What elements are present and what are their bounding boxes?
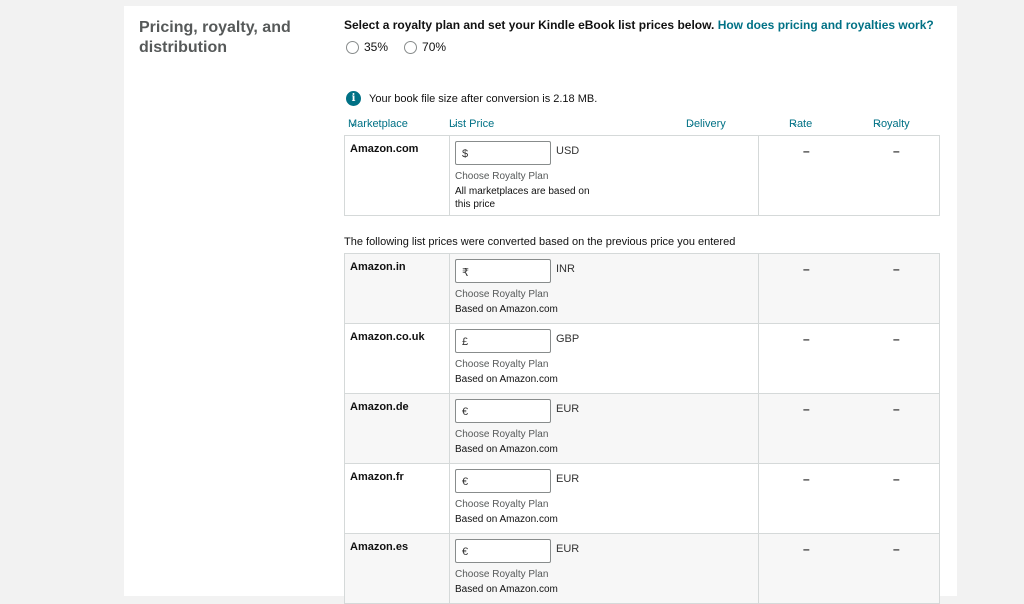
royalty-70-option[interactable]: 70% [404,40,446,54]
converted-markets-table: Amazon.in ₹ INR Choose Royalty Plan Base… [344,253,940,604]
rate-royalty-cell: – – [758,135,940,216]
currency-code: INR [556,263,575,275]
royalty-plan-text: Choose Royalty Plan [455,569,549,580]
rate-value: – [803,332,810,346]
market-name: Amazon.co.uk [344,323,450,394]
rate-royalty-cell: – – [758,533,940,604]
price-input-usd[interactable]: $ [455,141,551,165]
royalty-value: – [893,402,900,416]
price-cell: € EUR Choose Royalty Plan Based on Amazo… [449,533,759,604]
radio-35[interactable] [346,40,359,54]
column-headers: Marketplace ⌄ List Price ⌄ Delivery ⌄ Rate ⌄… [344,118,940,134]
market-name: Amazon.fr [344,463,450,534]
file-size-info: i Your book file size after conversion i… [346,91,597,106]
chevron-down-icon: ⌄ [791,118,799,128]
royalty-plan-radios: 35% 70% [346,40,446,54]
price-cell: £ GBP Choose Royalty Plan Based on Amazo… [449,323,759,394]
rate-royalty-cell: – – [758,323,940,394]
primary-market-table: Amazon.com $ USD Choose Royalty Plan All… [344,135,940,216]
intro-label: Select a royalty plan and set your Kindl… [344,18,715,32]
price-cell: ₹ INR Choose Royalty Plan Based on Amazo… [449,253,759,324]
rate-value: – [803,402,810,416]
price-input[interactable]: € [455,469,551,493]
chevron-down-icon: ⌄ [688,118,696,128]
rate-value: – [803,262,810,276]
price-input[interactable]: € [455,539,551,563]
price-input[interactable]: € [455,399,551,423]
table-row: Amazon.in ₹ INR Choose Royalty Plan Base… [344,253,940,324]
royalty-plan-text: Choose Royalty Plan [455,289,549,300]
price-basis-note: Based on Amazon.com [455,304,558,315]
currency-code: EUR [556,403,580,415]
pricing-card: Pricing, royalty, and distribution Selec… [124,6,957,604]
rate-royalty-cell: – – [758,393,940,464]
price-basis-note: Based on Amazon.com [455,444,558,455]
table-row: Amazon.com $ USD Choose Royalty Plan All… [344,135,940,216]
market-name: Amazon.de [344,393,450,464]
royalty-value: – [893,144,900,158]
chevron-down-icon: ⌄ [451,118,459,128]
currency-code: GBP [556,333,580,345]
currency-code: EUR [556,543,580,555]
currency-code: USD [556,145,580,157]
royalty-35-option[interactable]: 35% [346,40,388,54]
market-name: Amazon.in [344,253,450,324]
royalty-value: – [893,262,900,276]
price-input[interactable]: ₹ [455,259,551,283]
currency-code: EUR [556,473,580,485]
radio-35-label: 35% [364,40,389,54]
radio-70[interactable] [404,40,418,54]
pricing-help-link[interactable]: How does pricing and royalties work? [718,18,934,32]
table-row: Amazon.fr € EUR Choose Royalty Plan Base… [344,463,940,534]
rate-value: – [803,472,810,486]
price-cell: € EUR Choose Royalty Plan Based on Amazo… [449,463,759,534]
royalty-plan-text: Choose Royalty Plan [455,499,549,510]
price-input[interactable]: £ [455,329,551,353]
royalty-value: – [893,472,900,486]
royalty-plan-text: Choose Royalty Plan [455,359,549,370]
price-cell: $ USD Choose Royalty Plan All marketplac… [449,135,759,216]
info-icon: i [346,91,361,106]
file-size-text: Your book file size after conversion is … [369,92,598,105]
price-cell: € EUR Choose Royalty Plan Based on Amazo… [449,393,759,464]
price-basis-note: Based on Amazon.com [455,514,558,525]
chevron-down-icon: ⌄ [875,118,883,128]
table-row: Amazon.co.uk £ GBP Choose Royalty Plan B… [344,323,940,394]
rate-value: – [803,542,810,556]
royalty-plan-text: Choose Royalty Plan [455,171,549,182]
royalty-plan-text: Choose Royalty Plan [455,429,549,440]
table-row: Amazon.de € EUR Choose Royalty Plan Base… [344,393,940,464]
market-name: Amazon.es [344,533,450,604]
intro-text: Select a royalty plan and set your Kindl… [344,18,944,32]
market-name: Amazon.com [344,135,450,216]
rate-royalty-cell: – – [758,463,940,534]
royalty-value: – [893,332,900,346]
converted-prices-note: The following list prices were converted… [344,236,736,248]
section-title: Pricing, royalty, and distribution [139,19,291,56]
price-basis-note: Based on Amazon.com [455,374,558,385]
rate-value: – [803,144,810,158]
table-row: Amazon.es € EUR Choose Royalty Plan Base… [344,533,940,604]
price-basis-note: All marketplaces are based on this price [455,186,590,210]
radio-70-label: 70% [422,40,447,54]
rate-royalty-cell: – – [758,253,940,324]
chevron-down-icon: ⌄ [350,118,358,128]
royalty-value: – [893,542,900,556]
price-basis-note: Based on Amazon.com [455,584,558,595]
